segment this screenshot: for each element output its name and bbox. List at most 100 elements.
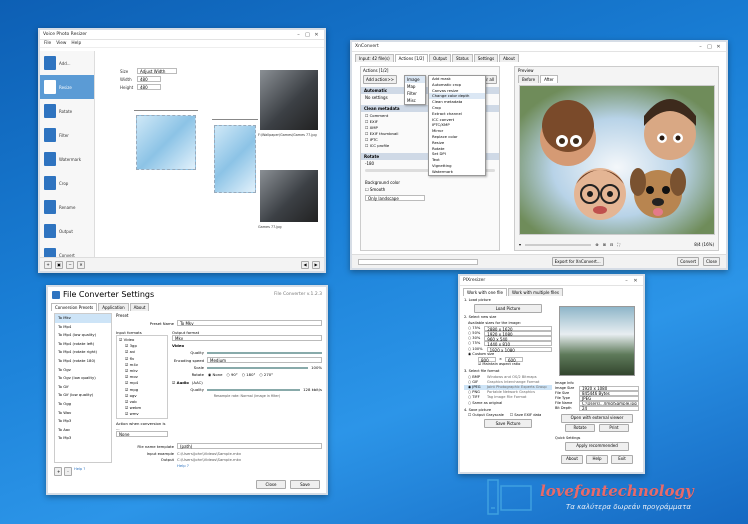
grayscale-checkbox[interactable]: ☐ Output Grayscale [468, 413, 504, 418]
close-icon[interactable]: ✕ [312, 32, 321, 38]
minimize-icon[interactable]: – [696, 44, 705, 50]
rotate-90-radio[interactable]: ○ 90° [226, 372, 237, 377]
action-when-select[interactable]: None [116, 431, 168, 437]
height-input[interactable]: 480 [137, 84, 161, 90]
output-format-select[interactable]: Mkv [172, 335, 322, 341]
file-name-template-input[interactable]: (path) [177, 443, 322, 449]
save-exif-checkbox[interactable]: ☐ Save EXIF data [510, 413, 541, 418]
rotate-180-radio[interactable]: ○ 180° [242, 372, 256, 377]
save-picture-button[interactable]: Save Picture [484, 419, 532, 429]
zoom-in-icon[interactable]: ⊞ [603, 242, 606, 247]
tab-status[interactable]: Status [452, 54, 473, 62]
tab-actions[interactable]: Actions [1/2] [394, 54, 429, 62]
tab-one-file[interactable]: Work with one file [463, 288, 507, 296]
minimize-icon[interactable]: – [294, 32, 303, 38]
audio-quality-slider[interactable] [207, 388, 301, 391]
preset-item[interactable]: To Mp4 (rotate right) [55, 348, 111, 357]
preview-slider[interactable] [525, 243, 592, 246]
menu-view[interactable]: View [56, 41, 66, 46]
save-button[interactable]: Save [290, 480, 320, 489]
rotate-270-radio[interactable]: ○ 270° [259, 372, 273, 377]
help-link[interactable]: Help ? [74, 467, 85, 476]
clear-icon[interactable]: ✕ [77, 260, 85, 269]
menu-item-filter[interactable]: Filter [405, 90, 425, 97]
preset-item[interactable]: To Mp4 (low quality) [55, 331, 111, 340]
preset-item[interactable]: To Mp3 [55, 417, 111, 426]
audio-checkbox[interactable]: ☑ Audio [172, 380, 189, 385]
minimize-icon[interactable]: – [622, 278, 631, 284]
preset-item[interactable]: To Mp3 [55, 434, 111, 443]
maintain-aspect-checkbox[interactable]: ☑ Maintain aspect ratio [464, 362, 552, 367]
chevron-down-icon[interactable]: ▾ [519, 242, 521, 247]
format-checkbox[interactable]: ☑ wmv [119, 411, 165, 417]
menu-item-image[interactable]: Image [405, 76, 425, 83]
rotate-none-radio[interactable]: ◉ None [208, 372, 222, 377]
zoom-out-icon[interactable]: ⊟ [610, 242, 613, 247]
preset-item[interactable]: To Gif (low quality) [55, 391, 111, 400]
preset-item[interactable]: To Ogv [55, 366, 111, 375]
preset-item[interactable]: To Mp4 [55, 323, 111, 332]
fullscreen-icon[interactable]: ⛶ [617, 242, 620, 247]
same-as-original-radio[interactable]: ○ Same as original [464, 401, 552, 406]
tab-application[interactable]: Application [98, 303, 129, 311]
preset-item[interactable]: To Wav [55, 409, 111, 418]
help-button[interactable]: Help [586, 454, 608, 464]
status-dropdown[interactable] [358, 258, 478, 265]
thumbnail-2[interactable] [260, 170, 318, 222]
tab-conversion-presets[interactable]: Conversion Presets [51, 303, 98, 311]
video-quality-slider[interactable] [207, 351, 322, 354]
add-folder-icon[interactable]: ▣ [55, 260, 63, 269]
rotate-button[interactable]: Rotate [565, 423, 595, 433]
tab-output[interactable]: Output [429, 54, 451, 62]
tab-input[interactable]: Input: 42 file(s) [355, 54, 394, 62]
maximize-icon[interactable]: □ [303, 32, 312, 38]
sidebar-item-rotate[interactable]: Rotate [40, 99, 94, 123]
sidebar-item-rename[interactable]: Rename [40, 195, 94, 219]
preset-name-input[interactable]: To Mkv [177, 320, 322, 326]
preset-item[interactable]: To Mkv [55, 314, 111, 323]
next-icon[interactable]: ▶ [312, 260, 320, 269]
menu-file[interactable]: File [44, 41, 51, 46]
zoom-fit-icon[interactable]: ⊕ [595, 242, 598, 247]
preset-item[interactable]: To Ogg [55, 400, 111, 409]
checkbox-smooth[interactable]: ☐ Smooth [361, 186, 499, 193]
preset-item[interactable]: To Mp4 (rotate left) [55, 340, 111, 349]
exit-button[interactable]: Exit [611, 454, 633, 464]
orientation-select[interactable]: Only landscape [365, 195, 425, 201]
apply-recommended-button[interactable]: Apply recommended [565, 442, 629, 451]
sidebar-item-watermark[interactable]: Watermark [40, 147, 94, 171]
menu-item-map[interactable]: Map [405, 83, 425, 90]
size-select[interactable]: Adjust Width [137, 68, 177, 74]
close-button[interactable]: Close [256, 480, 286, 489]
preset-item[interactable]: To Ogv (low quality) [55, 374, 111, 383]
tab-about[interactable]: About [129, 303, 150, 311]
tab-before[interactable]: Before [518, 75, 540, 83]
sidebar-item-crop[interactable]: Crop [40, 171, 94, 195]
sidebar-item-output[interactable]: Output [40, 219, 94, 243]
close-button[interactable]: Close [703, 257, 720, 266]
load-picture-button[interactable]: Load Picture [474, 304, 542, 314]
export-button[interactable]: Export for XnConvert... [551, 257, 604, 266]
menu-item-misc[interactable]: Misc [405, 97, 425, 104]
scale-slider[interactable] [207, 366, 309, 369]
add-action-button[interactable]: Add action>> [363, 75, 398, 84]
remove-icon[interactable]: − [66, 260, 74, 269]
sidebar-item-filter[interactable]: Filter [40, 123, 94, 147]
encoding-speed-select[interactable]: Medium [207, 357, 322, 363]
tab-after[interactable]: After [540, 75, 558, 83]
preset-item[interactable]: To Mp4 (rotate 180) [55, 357, 111, 366]
tab-settings[interactable]: Settings [473, 54, 499, 62]
width-input[interactable]: 480 [137, 76, 161, 82]
tab-multiple-files[interactable]: Work with multiple files [507, 288, 563, 296]
about-button[interactable]: About [561, 454, 583, 464]
remove-preset-button[interactable]: - [64, 467, 72, 476]
menu-item-watermark[interactable]: Watermark [429, 169, 485, 175]
preset-item[interactable]: To Aac [55, 426, 111, 435]
close-icon[interactable]: ✕ [714, 44, 723, 50]
sidebar-item-resize[interactable]: Resize [40, 75, 94, 99]
sidebar-item-add[interactable]: Add... [40, 51, 94, 75]
template-help-link[interactable]: Help ? [116, 463, 322, 468]
thumbnail-1[interactable] [260, 70, 318, 130]
tab-about[interactable]: About [499, 54, 519, 62]
convert-button[interactable]: Convert [677, 257, 700, 266]
